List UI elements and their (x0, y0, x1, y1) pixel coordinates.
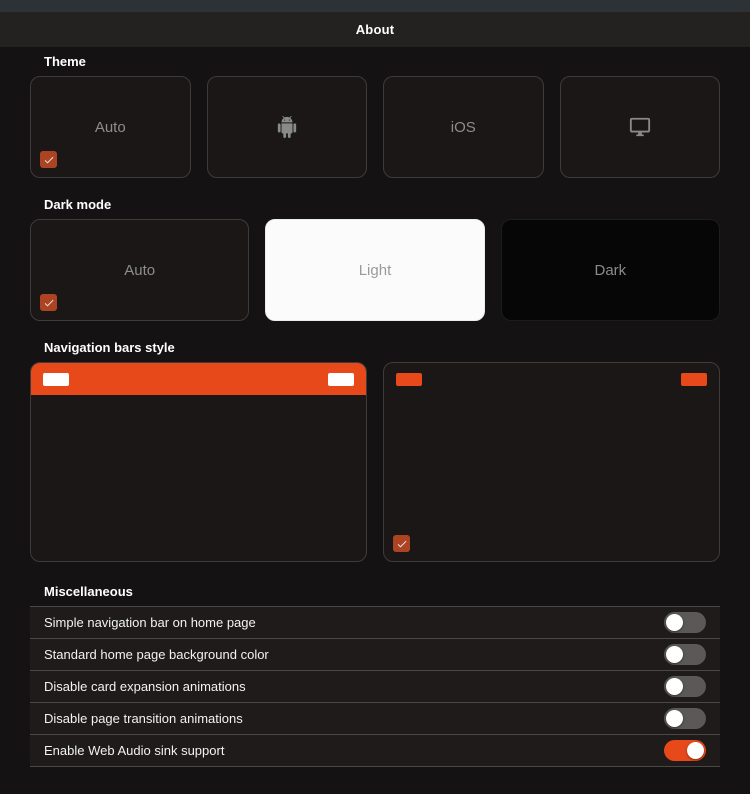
misc-row-simple-nav: Simple navigation bar on home page (30, 607, 720, 639)
misc-row-label: Disable page transition animations (44, 711, 243, 726)
toggle-knob (666, 614, 683, 631)
misc-row-label: Simple navigation bar on home page (44, 615, 256, 630)
toggle-knob (666, 646, 683, 663)
theme-option-ios[interactable]: iOS (383, 76, 544, 178)
misc-row-card-animations: Disable card expansion animations (30, 671, 720, 703)
misc-section-heading: Miscellaneous (44, 584, 133, 599)
misc-row-label: Standard home page background color (44, 647, 269, 662)
theme-option-android[interactable] (206, 76, 367, 178)
desktop-icon (629, 116, 651, 138)
selected-checkbox (40, 151, 57, 168)
app-header: About (0, 12, 750, 47)
checkmark-icon (44, 156, 53, 163)
toggle-disable-card-animations[interactable] (664, 676, 706, 697)
dark-mode-light-label: Light (358, 261, 392, 279)
nav-style-option-solid[interactable] (30, 362, 367, 562)
toggle-disable-page-animations[interactable] (664, 708, 706, 729)
misc-row-page-animations: Disable page transition animations (30, 703, 720, 735)
theme-option-auto[interactable]: Auto (30, 76, 191, 178)
toggle-standard-home-bg[interactable] (664, 644, 706, 665)
theme-option-auto-label: Auto (94, 118, 126, 136)
dark-mode-auto-label: Auto (124, 261, 156, 279)
theme-option-ios-label: iOS (450, 118, 476, 136)
toggle-simple-nav-bar[interactable] (664, 612, 706, 633)
section-nav-bars: Navigation bars style (30, 340, 720, 562)
misc-row-standard-bg: Standard home page background color (30, 639, 720, 671)
toggle-knob (666, 710, 683, 727)
selected-checkbox (40, 294, 57, 311)
navbar-right-button-placeholder (681, 372, 707, 386)
window-top-strip (0, 0, 750, 12)
misc-row-web-audio: Enable Web Audio sink support (30, 735, 720, 767)
dark-mode-option-light[interactable]: Light (265, 219, 485, 321)
navbar-left-button-placeholder (396, 372, 422, 386)
preview-navbar-transparent (384, 363, 719, 395)
nav-bars-options-grid (30, 362, 720, 562)
section-theme: Theme Auto iOS (30, 54, 720, 178)
dark-mode-options-grid: Auto Light Dark (30, 219, 720, 321)
selected-checkbox (393, 535, 410, 552)
nav-bars-section-heading: Navigation bars style (44, 340, 175, 355)
nav-style-option-transparent[interactable] (383, 362, 720, 562)
android-icon (276, 116, 298, 138)
theme-section-heading: Theme (44, 54, 86, 69)
navbar-right-button-placeholder (328, 372, 354, 386)
theme-option-desktop[interactable] (559, 76, 720, 178)
navbar-left-button-placeholder (43, 372, 69, 386)
section-misc: Miscellaneous Simple navigation bar on h… (30, 584, 720, 767)
toggle-web-audio-sink[interactable] (664, 740, 706, 761)
dark-mode-option-auto[interactable]: Auto (30, 219, 250, 321)
toggle-knob (687, 742, 704, 759)
checkmark-icon (44, 299, 53, 306)
dark-mode-option-dark[interactable]: Dark (500, 219, 720, 321)
checkmark-icon (397, 540, 406, 547)
section-dark-mode: Dark mode Auto Light Dark (30, 197, 720, 321)
page-title: About (355, 22, 395, 37)
preview-navbar-solid (31, 363, 366, 395)
toggle-knob (666, 678, 683, 695)
misc-settings-list: Simple navigation bar on home page Stand… (30, 606, 720, 767)
theme-options-grid: Auto iOS (30, 76, 720, 178)
settings-content: Theme Auto iOS Dark mode Auto Light Dark… (0, 47, 750, 767)
dark-mode-section-heading: Dark mode (44, 197, 112, 212)
misc-row-label: Disable card expansion animations (44, 679, 246, 694)
dark-mode-dark-label: Dark (594, 261, 627, 279)
misc-row-label: Enable Web Audio sink support (44, 743, 225, 758)
